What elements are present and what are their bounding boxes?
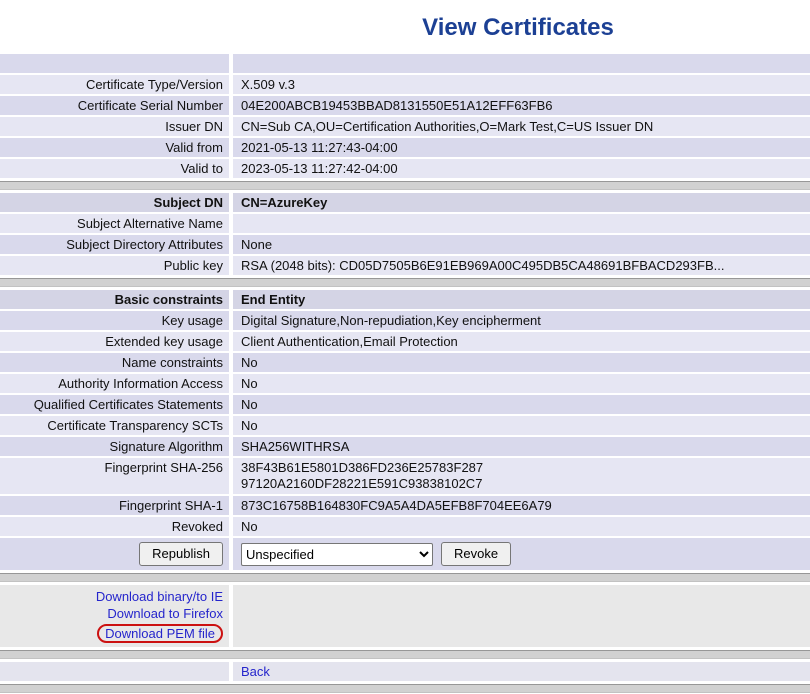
- row-qualified-cert-statements: Qualified Certificates Statements No: [0, 395, 810, 414]
- valid-to-label: Valid to: [0, 159, 229, 178]
- public-key-value: RSA (2048 bits): CD05D7505B6E91EB969A00C…: [233, 256, 810, 275]
- ct-scts-value: No: [233, 416, 810, 435]
- fingerprint-sha256-label: Fingerprint SHA-256: [0, 458, 229, 494]
- extended-key-usage-label: Extended key usage: [0, 332, 229, 351]
- row-valid-from: Valid from 2021-05-13 11:27:43-04:00: [0, 138, 810, 157]
- back-cell: Back: [233, 662, 810, 681]
- subject-dn-value: CN=AzureKey: [233, 193, 810, 212]
- row-actions: Republish Unspecified Revoke: [0, 538, 810, 570]
- row-downloads: Download binary/to IE Download to Firefo…: [0, 585, 810, 647]
- ct-scts-label: Certificate Transparency SCTs: [0, 416, 229, 435]
- valid-from-value: 2021-05-13 11:27:43-04:00: [233, 138, 810, 157]
- signature-algorithm-value: SHA256WITHRSA: [233, 437, 810, 456]
- row-back: Back: [0, 662, 810, 681]
- blank-label-cell: [0, 54, 229, 73]
- extended-key-usage-value: Client Authentication,Email Protection: [233, 332, 810, 351]
- type-version-value: X.509 v.3: [233, 75, 810, 94]
- download-firefox-link[interactable]: Download to Firefox: [107, 606, 223, 621]
- name-constraints-label: Name constraints: [0, 353, 229, 372]
- name-constraints-value: No: [233, 353, 810, 372]
- section-subject: Subject DN CN=AzureKey Subject Alternati…: [0, 193, 810, 275]
- row-serial-number: Certificate Serial Number 04E200ABCB1945…: [0, 96, 810, 115]
- row-name-constraints: Name constraints No: [0, 353, 810, 372]
- public-key-label: Public key: [0, 256, 229, 275]
- fingerprint-sha256-line2: 97120A2160DF28221E591C93838102C7: [241, 476, 802, 492]
- row-fingerprint-sha256: Fingerprint SHA-256 38F43B61E5801D386FD2…: [0, 458, 810, 494]
- revoke-cell: Unspecified Revoke: [233, 538, 810, 570]
- back-link[interactable]: Back: [241, 664, 270, 679]
- download-pem-link[interactable]: Download PEM file: [97, 624, 223, 643]
- subject-alt-name-label: Subject Alternative Name: [0, 214, 229, 233]
- row-subject-alt-name: Subject Alternative Name: [0, 214, 810, 233]
- row-valid-to: Valid to 2023-05-13 11:27:42-04:00: [0, 159, 810, 178]
- row-subject-dn: Subject DN CN=AzureKey: [0, 193, 810, 212]
- row-authority-info-access: Authority Information Access No: [0, 374, 810, 393]
- view-certificates-page: View Certificates Certificate Type/Versi…: [0, 14, 810, 693]
- row-basic-constraints: Basic constraints End Entity: [0, 290, 810, 309]
- valid-to-value: 2023-05-13 11:27:42-04:00: [233, 159, 810, 178]
- revoked-label: Revoked: [0, 517, 229, 536]
- section-constraints: Basic constraints End Entity Key usage D…: [0, 290, 810, 570]
- republish-button[interactable]: Republish: [139, 542, 223, 566]
- authority-info-access-value: No: [233, 374, 810, 393]
- subject-dn-label: Subject DN: [0, 193, 229, 212]
- issuer-dn-value: CN=Sub CA,OU=Certification Authorities,O…: [233, 117, 810, 136]
- fingerprint-sha256-line1: 38F43B61E5801D386FD236E25783F287: [241, 460, 802, 476]
- row-key-usage: Key usage Digital Signature,Non-repudiat…: [0, 311, 810, 330]
- key-usage-value: Digital Signature,Non-repudiation,Key en…: [233, 311, 810, 330]
- row-extended-key-usage: Extended key usage Client Authentication…: [0, 332, 810, 351]
- row-fingerprint-sha1: Fingerprint SHA-1 873C16758B164830FC9A5A…: [0, 496, 810, 515]
- section-separator: [0, 684, 810, 693]
- page-title: View Certificates: [0, 14, 810, 42]
- key-usage-label: Key usage: [0, 311, 229, 330]
- blank-value-cell: [233, 54, 810, 73]
- basic-constraints-label: Basic constraints: [0, 290, 229, 309]
- row-signature-algorithm: Signature Algorithm SHA256WITHRSA: [0, 437, 810, 456]
- back-empty-cell: [0, 662, 229, 681]
- subject-alt-name-value: [233, 214, 810, 233]
- section-separator: [0, 573, 810, 582]
- qualified-cert-statements-value: No: [233, 395, 810, 414]
- download-binary-ie-link[interactable]: Download binary/to IE: [96, 589, 223, 604]
- fingerprint-sha1-label: Fingerprint SHA-1: [0, 496, 229, 515]
- row-public-key: Public key RSA (2048 bits): CD05D7505B6E…: [0, 256, 810, 275]
- serial-number-value: 04E200ABCB19453BBAD8131550E51A12EFF63FB6: [233, 96, 810, 115]
- downloads-cell: Download binary/to IE Download to Firefo…: [0, 585, 229, 647]
- row-subject-dir-attrs: Subject Directory Attributes None: [0, 235, 810, 254]
- serial-number-label: Certificate Serial Number: [0, 96, 229, 115]
- valid-from-label: Valid from: [0, 138, 229, 157]
- type-version-label: Certificate Type/Version: [0, 75, 229, 94]
- section-separator: [0, 650, 810, 659]
- qualified-cert-statements-label: Qualified Certificates Statements: [0, 395, 229, 414]
- republish-cell: Republish: [0, 538, 229, 570]
- revoked-value: No: [233, 517, 810, 536]
- issuer-dn-label: Issuer DN: [0, 117, 229, 136]
- section-separator: [0, 278, 810, 287]
- subject-dir-attrs-value: None: [233, 235, 810, 254]
- section-downloads: Download binary/to IE Download to Firefo…: [0, 585, 810, 647]
- row-blank: [0, 54, 810, 73]
- row-issuer-dn: Issuer DN CN=Sub CA,OU=Certification Aut…: [0, 117, 810, 136]
- subject-dir-attrs-label: Subject Directory Attributes: [0, 235, 229, 254]
- row-revoked: Revoked No: [0, 517, 810, 536]
- signature-algorithm-label: Signature Algorithm: [0, 437, 229, 456]
- section-footer: Back: [0, 662, 810, 681]
- fingerprint-sha256-value: 38F43B61E5801D386FD236E25783F287 97120A2…: [233, 458, 810, 494]
- section-general: Certificate Type/Version X.509 v.3 Certi…: [0, 54, 810, 178]
- downloads-empty-cell: [233, 585, 810, 647]
- section-separator: [0, 181, 810, 190]
- revocation-reason-select[interactable]: Unspecified: [241, 543, 433, 566]
- revoke-button[interactable]: Revoke: [441, 542, 511, 566]
- fingerprint-sha1-value: 873C16758B164830FC9A5A4DA5EFB8F704EE6A79: [233, 496, 810, 515]
- row-ct-scts: Certificate Transparency SCTs No: [0, 416, 810, 435]
- row-type-version: Certificate Type/Version X.509 v.3: [0, 75, 810, 94]
- basic-constraints-value: End Entity: [233, 290, 810, 309]
- authority-info-access-label: Authority Information Access: [0, 374, 229, 393]
